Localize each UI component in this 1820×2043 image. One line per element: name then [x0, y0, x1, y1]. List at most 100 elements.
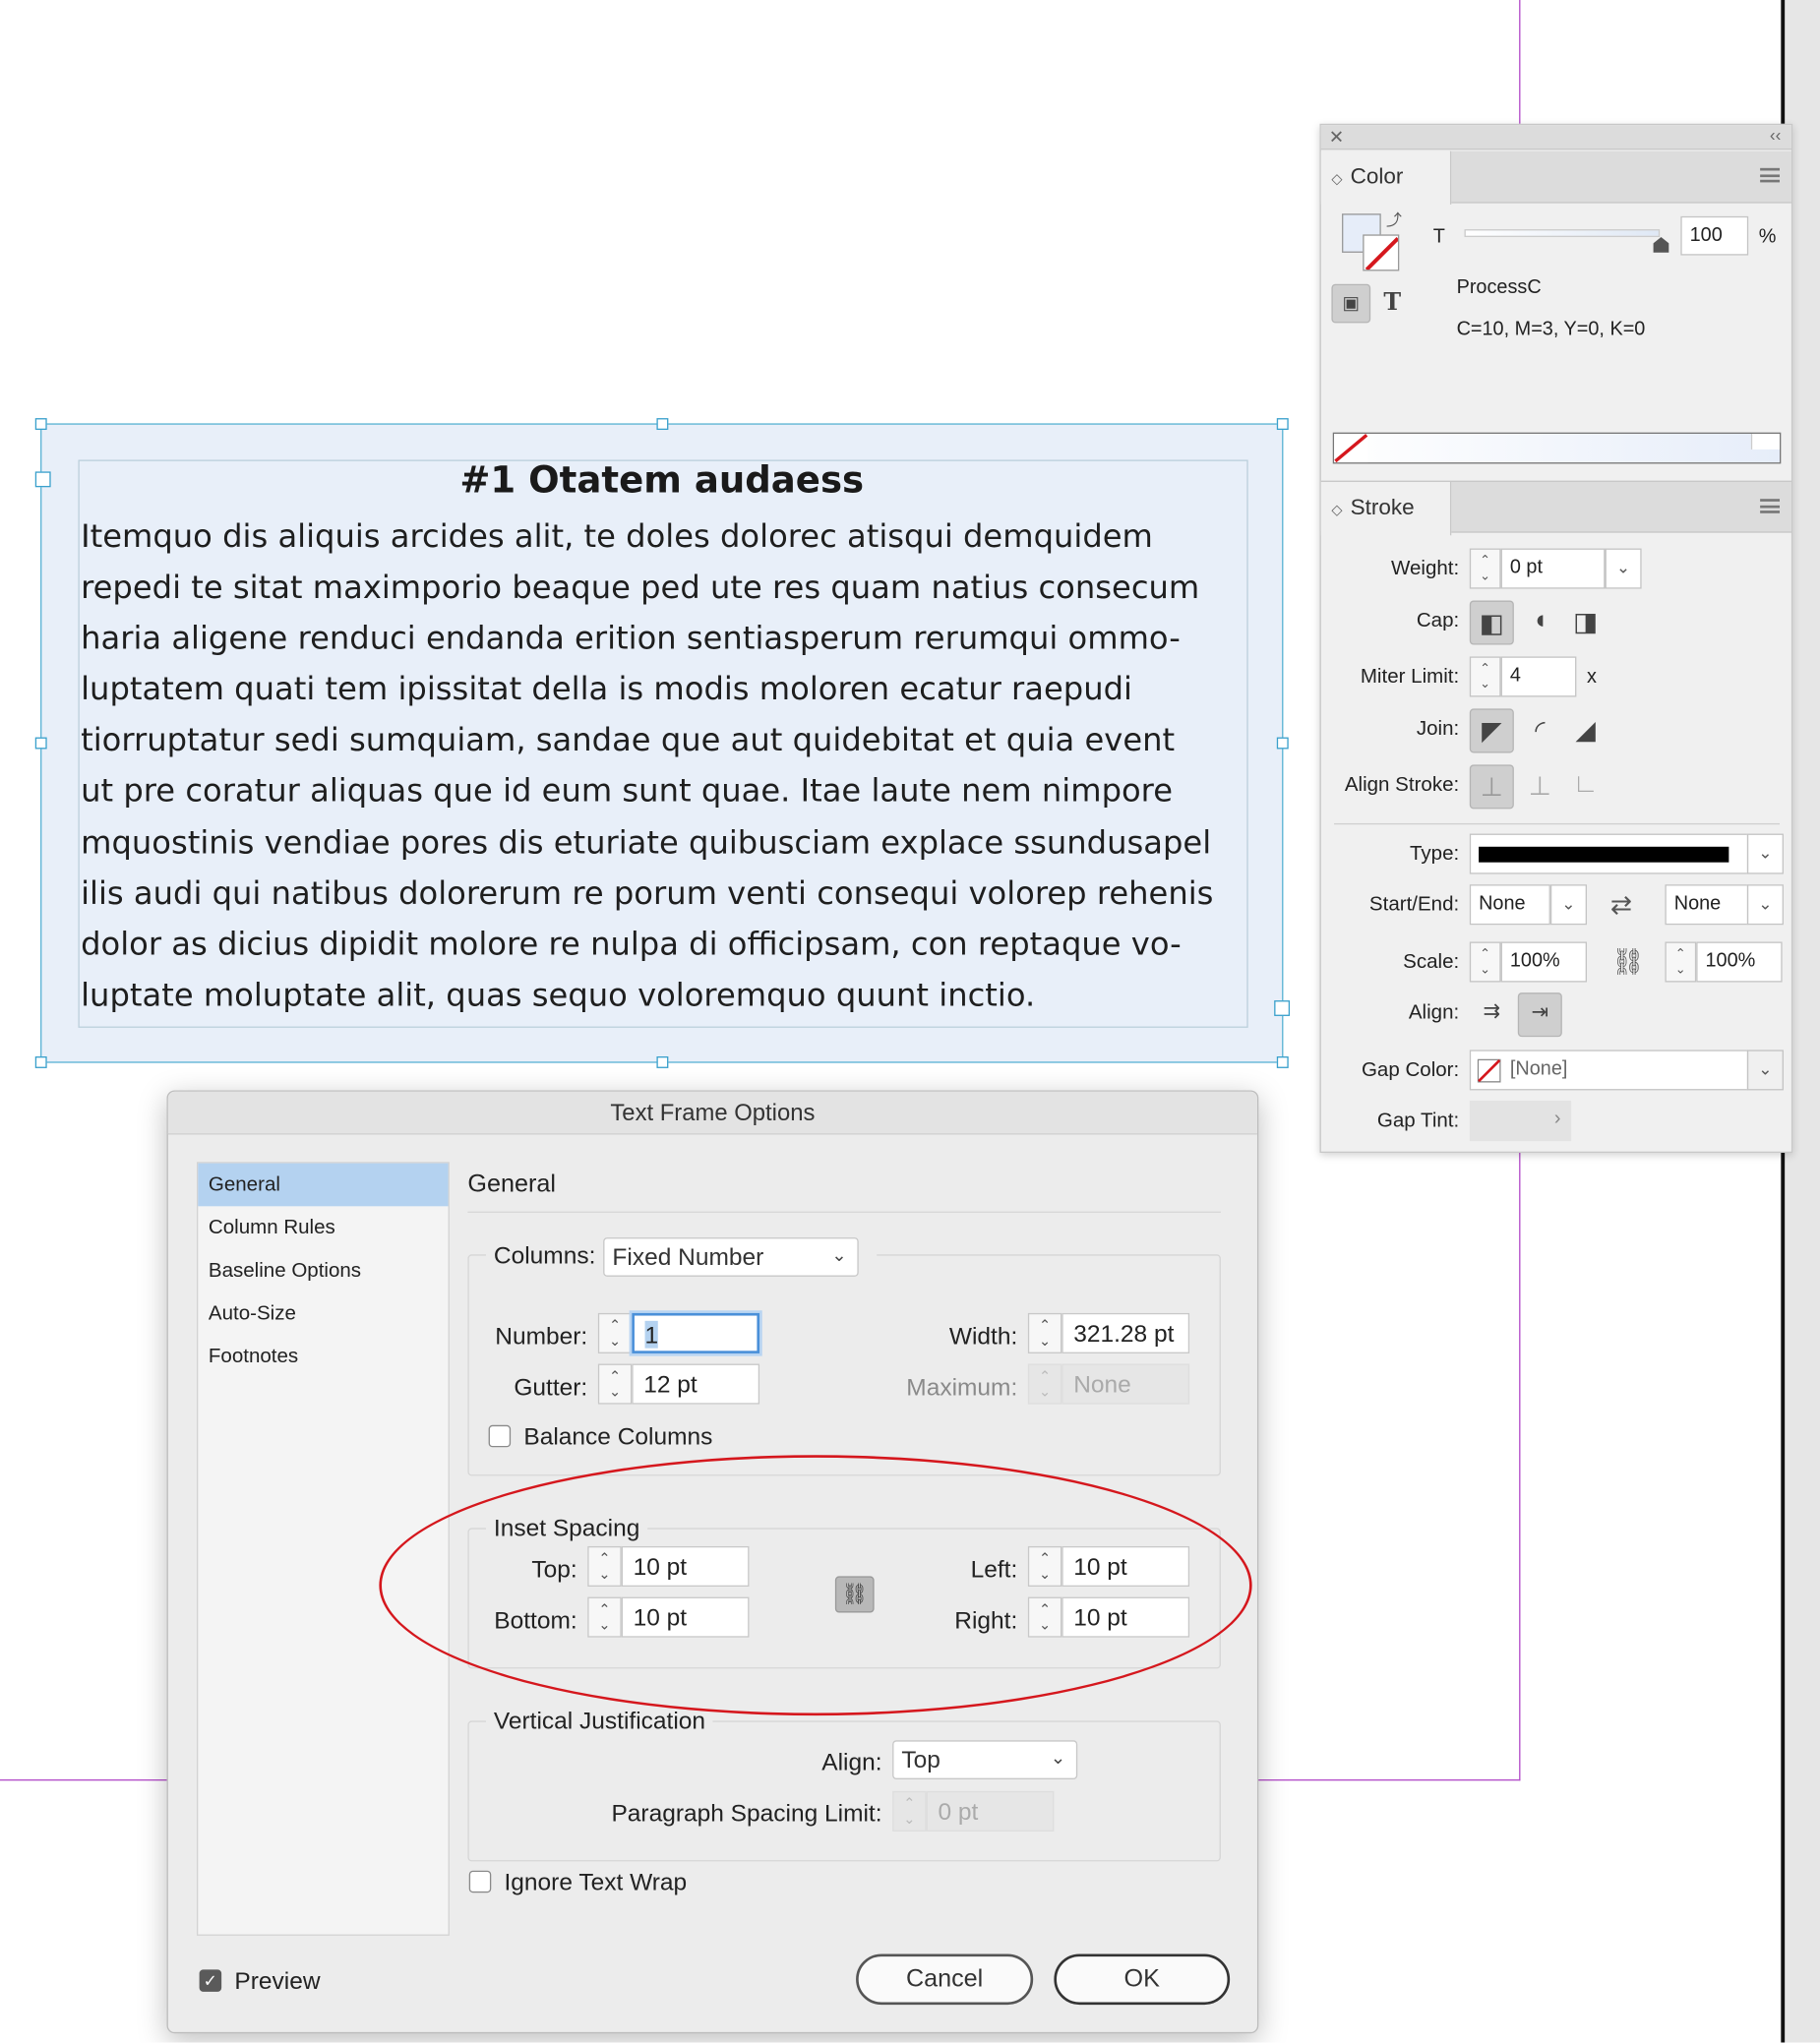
updown-icon: ◇: [1331, 171, 1343, 188]
chevron-down-icon: ⌄: [1050, 1746, 1066, 1769]
psl-stepper: ⌃ ⌄: [892, 1790, 927, 1832]
annotation-circle: [379, 1455, 1252, 1716]
type-label: Type:: [1409, 842, 1460, 866]
sidebar-item-general[interactable]: General: [198, 1163, 449, 1207]
weight-input[interactable]: 0 pt: [1500, 548, 1606, 589]
resize-handle[interactable]: [1276, 737, 1289, 750]
frame-heading: #1 Otatem audaess: [459, 458, 865, 502]
miter-join-icon[interactable]: ◤: [1469, 708, 1514, 753]
butt-cap-icon[interactable]: ◧: [1469, 600, 1514, 645]
align-select[interactable]: Top ⌄: [892, 1740, 1078, 1779]
chevron-down-icon[interactable]: ⌄: [1746, 833, 1784, 874]
resize-handle[interactable]: [1276, 1056, 1289, 1068]
panel-stack: ✕ ‹‹ ◇ Color ⤴ ▣ T T 100 % ProcessC C=10,…: [1319, 123, 1793, 1154]
resize-handle[interactable]: [34, 471, 51, 488]
scale-start-stepper[interactable]: ⌃ ⌄: [1469, 941, 1501, 983]
indesign-canvas: #1 Otatem audaess Itemquo dis aliquis ar…: [0, 0, 1820, 2043]
width-stepper[interactable]: ⌃ ⌄: [1027, 1312, 1062, 1353]
round-join-icon[interactable]: ◜: [1518, 708, 1562, 752]
balance-columns-label: Balance Columns: [523, 1422, 713, 1450]
sidebar-item-baseline-options[interactable]: Baseline Options: [198, 1249, 448, 1292]
resize-handle[interactable]: [34, 737, 47, 750]
chevron-down-icon[interactable]: ⌄: [1549, 884, 1587, 926]
scale-end-input[interactable]: 100%: [1696, 941, 1783, 983]
maximum-label: Maximum:: [906, 1372, 1018, 1401]
chevron-down-icon: ⌄: [831, 1243, 847, 1265]
body-line: mquostinis vendiae pores dis eturiate qu…: [81, 822, 1212, 861]
weight-label: Weight:: [1390, 557, 1460, 580]
tint-slider[interactable]: [1464, 229, 1661, 238]
width-input[interactable]: 321.28 pt: [1062, 1312, 1190, 1353]
panel-menu-icon[interactable]: [1760, 167, 1780, 183]
gap-color-select[interactable]: [None]: [1469, 1050, 1749, 1091]
tab-stroke-label: Stroke: [1350, 495, 1415, 520]
stroke-type-preview: [1479, 846, 1729, 863]
sidebar-item-column-rules[interactable]: Column Rules: [198, 1206, 448, 1249]
text-frame[interactable]: #1 Otatem audaess Itemquo dis aliquis ar…: [34, 418, 1291, 1068]
scale-end-stepper[interactable]: ⌃ ⌄: [1665, 941, 1697, 983]
align-inside-stroke-icon[interactable]: ⊥: [1518, 764, 1562, 809]
cancel-button[interactable]: Cancel: [856, 1953, 1034, 2006]
scale-start-input[interactable]: 100%: [1500, 941, 1587, 983]
gutter-label: Gutter:: [514, 1372, 588, 1401]
chevron-down-icon[interactable]: ⌄: [1746, 884, 1784, 926]
resize-handle[interactable]: [34, 418, 47, 431]
miter-stepper[interactable]: ⌃ ⌄: [1469, 656, 1501, 697]
chevron-down-icon[interactable]: ⌄: [1605, 548, 1642, 589]
divider: [467, 1211, 1221, 1213]
columns-select[interactable]: Fixed Number ⌄: [603, 1237, 859, 1277]
number-stepper[interactable]: ⌃ ⌄: [597, 1312, 633, 1353]
maximum-input: None: [1062, 1363, 1190, 1405]
ignore-text-wrap-label: Ignore Text Wrap: [504, 1868, 688, 1895]
number-input[interactable]: 1: [632, 1312, 760, 1353]
chevron-down-icon[interactable]: ⌄: [1746, 1050, 1784, 1091]
end-select[interactable]: None: [1665, 884, 1749, 926]
swatch-values: C=10, M=3, Y=0, K=0: [1456, 318, 1646, 340]
resize-handle[interactable]: [1276, 418, 1289, 431]
tint-slider-thumb[interactable]: [1653, 237, 1669, 253]
weight-stepper[interactable]: ⌃ ⌄: [1469, 548, 1501, 589]
stroke-swatch[interactable]: [1363, 234, 1400, 271]
ramp-white-chip[interactable]: [1750, 433, 1780, 450]
ignore-text-wrap-checkbox[interactable]: [468, 1870, 492, 1893]
miter-input[interactable]: 4: [1500, 656, 1577, 697]
fit-within-path-icon[interactable]: ⇥: [1517, 992, 1562, 1038]
none-swatch-icon: [1477, 1058, 1501, 1083]
projecting-cap-icon[interactable]: ◨: [1563, 601, 1608, 645]
tab-stroke[interactable]: ◇ Stroke: [1320, 481, 1452, 536]
align-outside-stroke-icon[interactable]: ∟: [1563, 764, 1608, 809]
cap-label: Cap:: [1416, 609, 1460, 632]
align-center-stroke-icon[interactable]: ⊥: [1469, 764, 1514, 810]
tab-color-label: Color: [1350, 163, 1404, 190]
tint-input[interactable]: 100: [1680, 215, 1749, 256]
sidebar-item-footnotes[interactable]: Footnotes: [198, 1335, 448, 1378]
round-cap-icon[interactable]: ◖: [1518, 601, 1562, 645]
bevel-join-icon[interactable]: ◢: [1563, 708, 1608, 752]
panel-menu-icon[interactable]: [1760, 499, 1780, 513]
stroke-type-select[interactable]: [1469, 833, 1749, 874]
collapse-icon[interactable]: ‹‹: [1770, 125, 1781, 145]
swap-arrows-icon[interactable]: ⇄: [1610, 888, 1632, 921]
broken-link-icon[interactable]: ⛓: [1611, 945, 1645, 978]
formatting-text-icon[interactable]: T: [1383, 289, 1401, 317]
tab-color[interactable]: ◇ Color: [1320, 150, 1452, 205]
resize-handle[interactable]: [656, 1056, 669, 1068]
sidebar-item-auto-size[interactable]: Auto-Size: [198, 1292, 448, 1336]
miter-unit: x: [1586, 665, 1597, 689]
resize-handle[interactable]: [1274, 1000, 1291, 1016]
close-icon[interactable]: ✕: [1329, 126, 1345, 149]
body-line: haria aligene renduci endanda erition se…: [81, 619, 1181, 657]
swap-icon[interactable]: ⤴: [1386, 209, 1402, 231]
resize-handle[interactable]: [34, 1056, 47, 1068]
section-heading: General: [467, 1171, 556, 1199]
extend-past-path-icon[interactable]: ⇉: [1470, 992, 1514, 1037]
resize-handle[interactable]: [656, 418, 669, 431]
balance-columns-checkbox[interactable]: [488, 1424, 512, 1448]
preview-checkbox[interactable]: ✓: [199, 1969, 222, 1992]
formatting-container-icon[interactable]: ▣: [1331, 283, 1371, 324]
gutter-stepper[interactable]: ⌃ ⌄: [597, 1363, 633, 1405]
color-ramp[interactable]: [1332, 432, 1782, 464]
start-select[interactable]: None: [1469, 884, 1550, 926]
gutter-input[interactable]: 12 pt: [632, 1363, 760, 1405]
ok-button[interactable]: OK: [1054, 1953, 1231, 2006]
